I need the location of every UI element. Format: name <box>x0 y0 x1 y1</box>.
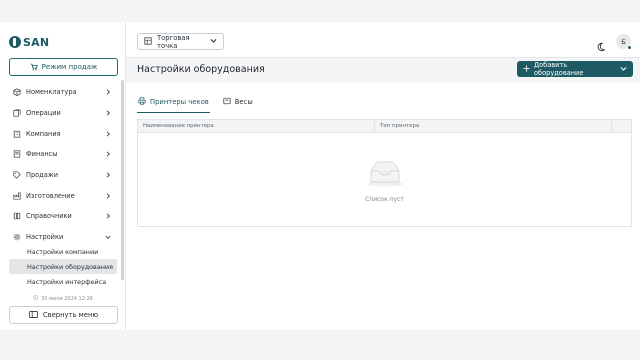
chevron-right-icon <box>104 171 112 179</box>
subnav-item-label: Настройки компании <box>27 247 99 256</box>
logo[interactable]: SAN <box>9 35 49 49</box>
topbar: Торговая точка Б <box>126 22 640 58</box>
sidebar-item-label: Компания <box>26 129 61 138</box>
chevron-down-icon <box>620 65 627 74</box>
store-icon <box>144 36 152 47</box>
sidebar-item-label: Справочники <box>26 212 72 221</box>
add-equipment-label: Добавить оборудование <box>534 61 584 77</box>
chevron-right-icon <box>104 150 112 158</box>
store-select[interactable]: Торговая точка <box>137 33 224 50</box>
add-equipment-button[interactable]: Добавить оборудование <box>517 61 633 77</box>
brand-name: SAN <box>23 35 50 49</box>
operations-icon <box>12 109 21 118</box>
equipment-tabs: Принтеры чеков Весы <box>137 91 254 113</box>
content-panel: Принтеры чеков Весы Наименование принтер… <box>126 83 640 330</box>
column-header-printer-name[interactable]: Наименование принтера <box>138 120 375 132</box>
subnav-item-label: Настройки интерфейса <box>27 277 107 286</box>
app: SAN Режим продаж Номенклатура Операции К… <box>0 0 640 360</box>
avatar-initial: Б <box>621 37 626 46</box>
sidebar-nav: Номенклатура Операции Компания Финансы П <box>0 82 122 248</box>
chevron-right-icon <box>104 192 112 200</box>
column-header-printer-type[interactable]: Тип принтера <box>375 120 612 132</box>
printer-icon <box>138 97 146 107</box>
box-icon <box>12 88 21 97</box>
collapse-icon <box>28 310 38 320</box>
collapse-menu-button[interactable]: Свернуть меню <box>9 306 118 324</box>
sale-mode-button[interactable]: Режим продаж <box>9 58 118 76</box>
scale-icon <box>223 97 231 107</box>
empty-box-icon <box>363 157 407 191</box>
chevron-down-icon <box>104 233 112 241</box>
chevron-right-icon <box>104 88 112 96</box>
chevron-right-icon <box>104 212 112 220</box>
column-header-actions <box>612 120 631 132</box>
sidebar: SAN Режим продаж Номенклатура Операции К… <box>0 22 126 330</box>
sidebar-scrollbar[interactable] <box>121 80 124 280</box>
status-badge <box>627 45 632 50</box>
sidebar-item-production[interactable]: Изготовление <box>0 185 122 206</box>
subnav-item-equipment-settings[interactable]: Настройки оборудования <box>9 259 117 274</box>
tab-label: Принтеры чеков <box>150 98 209 106</box>
wallet-icon <box>12 150 21 159</box>
logo-icon <box>9 36 21 48</box>
clock-icon <box>33 295 38 302</box>
subnav-item-label: Настройки оборудования <box>27 262 113 271</box>
empty-state-text: Список пуст <box>365 195 404 203</box>
chevron-down-icon <box>210 37 217 46</box>
sidebar-item-label: Финансы <box>26 150 58 159</box>
sidebar-item-label: Настройки <box>26 233 64 242</box>
sidebar-item-label: Операции <box>26 109 61 118</box>
sidebar-item-finance[interactable]: Финансы <box>0 144 122 165</box>
chevron-right-icon <box>104 109 112 117</box>
production-icon <box>12 191 21 200</box>
sale-mode-label: Режим продаж <box>41 63 98 71</box>
cart-icon <box>30 63 38 71</box>
settings-icon <box>12 233 21 242</box>
sidebar-item-directories[interactable]: Справочники <box>0 206 122 227</box>
table-header: Наименование принтера Тип принтера <box>138 120 631 133</box>
sidebar-item-operations[interactable]: Операции <box>0 103 122 124</box>
tab-label: Весы <box>234 98 253 106</box>
building-icon <box>12 129 21 138</box>
tag-icon <box>12 171 21 180</box>
empty-state: Список пуст <box>138 133 631 226</box>
timestamp-text: 30 июля 2024 12:26 <box>41 295 93 302</box>
collapse-menu-label: Свернуть меню <box>42 311 99 319</box>
avatar[interactable]: Б <box>616 34 632 50</box>
sidebar-item-sales[interactable]: Продажи <box>0 165 122 186</box>
sidebar-item-company[interactable]: Компания <box>0 123 122 144</box>
page-title: Настройки оборудования <box>137 64 265 75</box>
store-select-value: Торговая точка <box>157 33 190 50</box>
sidebar-item-label: Изготовление <box>26 191 75 200</box>
settings-subnav: Настройки компании Настройки оборудовани… <box>9 244 117 289</box>
subnav-item-company-settings[interactable]: Настройки компании <box>9 244 117 259</box>
sidebar-item-label: Продажи <box>26 171 59 180</box>
tab-scales[interactable]: Весы <box>222 91 254 113</box>
sidebar-item-nomenclature[interactable]: Номенклатура <box>0 82 122 103</box>
sync-timestamp: 30 июля 2024 12:26 <box>0 295 126 302</box>
printers-table: Наименование принтера Тип принтера Списо… <box>137 119 632 227</box>
tab-receipt-printers[interactable]: Принтеры чеков <box>137 91 210 113</box>
chevron-right-icon <box>104 130 112 138</box>
sidebar-item-label: Номенклатура <box>26 88 77 97</box>
plus-icon <box>523 64 530 74</box>
page-header: Настройки оборудования Добавить оборудов… <box>126 59 640 83</box>
subnav-item-interface-settings[interactable]: Настройки интерфейса <box>9 274 117 289</box>
book-icon <box>12 212 21 221</box>
moon-icon[interactable] <box>596 37 606 52</box>
